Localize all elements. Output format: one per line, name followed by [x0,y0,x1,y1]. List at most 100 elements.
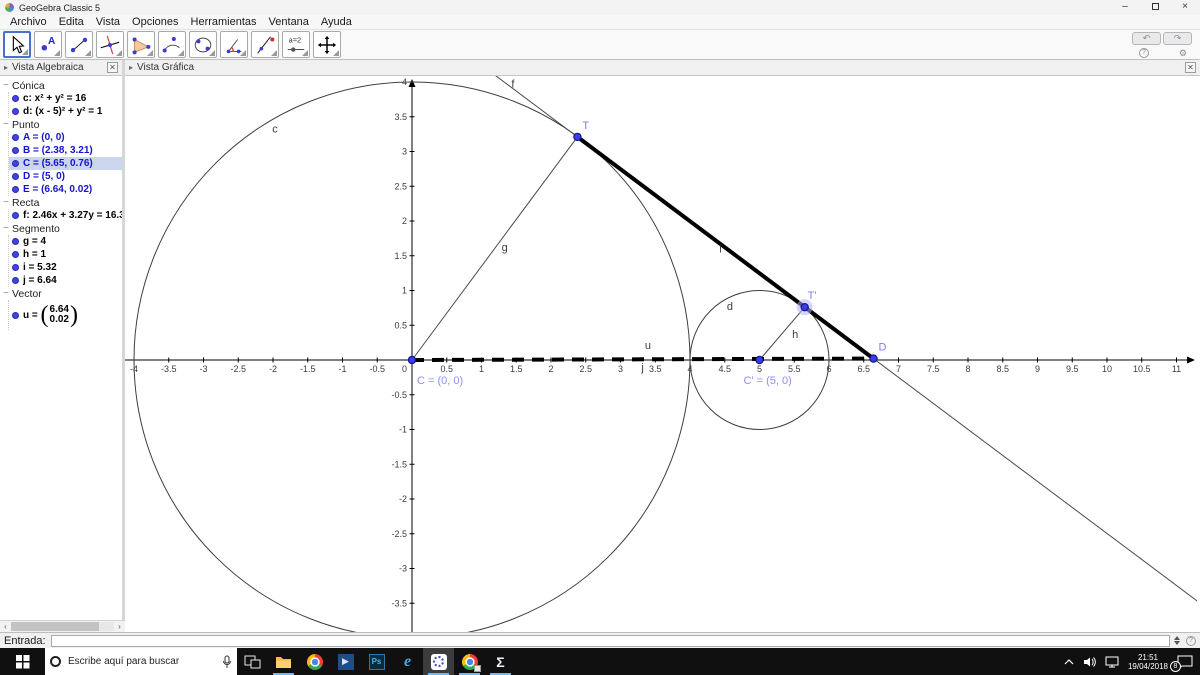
taskbar-app-task-view[interactable] [237,648,268,675]
menu-item-vista[interactable]: Vista [90,15,126,29]
algebra-item[interactable]: B = (2.38, 3.21) [9,144,122,157]
collapse-icon[interactable]: − [3,119,12,130]
tool-angle-button[interactable] [220,31,248,58]
algebra-item[interactable]: C = (5.65, 0.76) [9,157,122,170]
line-f[interactable] [125,76,1197,632]
algebra-section-segmento[interactable]: − Segmento [3,222,122,235]
algebra-section-punto[interactable]: − Punto [3,118,122,131]
gear-icon[interactable]: ⚙ [1179,48,1187,58]
point-T[interactable] [573,132,582,142]
close-button[interactable]: × [1170,0,1200,15]
object-visibility-dot-icon[interactable] [12,238,19,245]
collapse-icon[interactable]: − [3,223,12,234]
taskbar-search-box[interactable] [45,648,237,675]
object-visibility-dot-icon[interactable] [12,147,19,154]
algebra-section-recta[interactable]: − Recta [3,196,122,209]
algebra-item[interactable]: D = (5, 0) [9,170,122,183]
algebra-close-icon[interactable]: ✕ [107,62,118,73]
tool-line-point-button[interactable] [251,31,279,58]
taskbar-app-chrome[interactable] [299,648,330,675]
algebra-item[interactable]: A = (0, 0) [9,131,122,144]
scroll-right-icon[interactable]: › [114,622,125,631]
taskbar-app-sigma-math[interactable]: Σ [485,648,516,675]
tool-perpendicular-line-button[interactable] [96,31,124,58]
taskbar-app-photoshop[interactable]: Ps [361,648,392,675]
object-visibility-dot-icon[interactable] [12,251,19,258]
object-visibility-dot-icon[interactable] [12,264,19,271]
object-visibility-dot-icon[interactable] [12,95,19,102]
algebra-item[interactable]: u = (6.64 0.02) [9,300,122,330]
redo-button[interactable]: ↷ [1163,32,1192,45]
taskbar-app-file-explorer[interactable] [268,648,299,675]
object-visibility-dot-icon[interactable] [12,311,19,319]
algebra-item[interactable]: j = 6.64 [9,274,122,287]
menu-item-herramientas[interactable]: Herramientas [185,15,263,29]
graphics-canvas[interactable]: -4 -3.5 -3 -2.5 -2 -1.5 -1 -0.5 0.5 1 1.5 2 2.5 3 3.5 4… [125,76,1197,632]
algebra-item[interactable]: c: x² + y² = 16 [9,92,122,105]
microphone-icon[interactable] [222,655,232,669]
object-visibility-dot-icon[interactable] [12,108,19,115]
object-visibility-dot-icon[interactable] [12,173,19,180]
tool-line-button[interactable] [65,31,93,58]
segment-g[interactable] [411,136,578,361]
tool-conic-button[interactable] [189,31,217,58]
scroll-left-icon[interactable]: ‹ [0,622,11,631]
tool-circle-arc-button[interactable] [158,31,186,58]
network-icon[interactable] [1105,656,1120,668]
input-history-spinner-icon[interactable] [1174,633,1180,648]
point-D[interactable] [869,354,878,363]
panel-arrow-icon[interactable]: ▸ [129,63,133,72]
collapse-icon[interactable]: − [3,288,12,299]
maximize-button[interactable] [1140,0,1170,15]
tool-point-button[interactable]: A [34,31,62,58]
algebra-item[interactable]: g = 4 [9,235,122,248]
entrada-input[interactable] [50,634,1170,647]
collapse-icon[interactable]: − [3,80,12,91]
undo-button[interactable]: ↶ [1132,32,1161,45]
object-visibility-dot-icon[interactable] [12,186,19,193]
tool-move-graphics-view-button[interactable] [313,31,341,58]
algebra-horizontal-scrollbar[interactable]: ‹ › [0,620,125,632]
algebra-section-vector[interactable]: − Vector [3,287,122,300]
segment-i[interactable] [576,135,875,361]
input-help-icon[interactable]: ? [1186,635,1196,646]
menu-item-ayuda[interactable]: Ayuda [315,15,358,29]
menu-item-ventana[interactable]: Ventana [263,15,315,29]
point-A[interactable] [407,355,417,365]
object-visibility-dot-icon[interactable] [12,160,19,167]
algebra-item[interactable]: h = 1 [9,248,122,261]
menu-item-opciones[interactable]: Opciones [126,15,184,29]
collapse-icon[interactable]: − [3,197,12,208]
scrollbar-thumb[interactable] [11,622,99,631]
algebra-item[interactable]: E = (6.64, 0.02) [9,183,122,196]
taskbar-app-internet-explorer[interactable]: e [392,648,423,675]
tool-move-button[interactable] [3,31,31,58]
algebra-section-cónica[interactable]: − Cónica [3,79,122,92]
algebra-item[interactable]: i = 5.32 [9,261,122,274]
object-visibility-dot-icon[interactable] [12,277,19,284]
taskbar-app-geogebra[interactable] [423,648,454,675]
panel-arrow-icon[interactable]: ▸ [4,63,8,72]
algebra-item[interactable]: f: 2.46x + 3.27y = 16.3 [9,209,122,222]
minimize-button[interactable]: – [1110,0,1140,15]
action-center-icon[interactable]: 8 [1170,654,1194,672]
point-T-prime[interactable] [800,302,809,312]
object-visibility-dot-icon[interactable] [12,134,19,141]
taskbar-app-chrome-profile[interactable] [454,648,485,675]
help-icon[interactable]: ? [1139,48,1149,58]
hidden-icons-chevron-icon[interactable] [1063,657,1075,667]
point-C-prime-center[interactable] [755,355,764,365]
start-button[interactable] [0,648,45,675]
volume-icon[interactable] [1083,656,1097,668]
algebra-item[interactable]: d: (x - 5)² + y² = 1 [9,105,122,118]
taskbar-app-movies-tv[interactable]: ▶ [330,648,361,675]
tool-slider-button[interactable]: a=2 [282,31,310,58]
menu-item-archivo[interactable]: Archivo [4,15,53,29]
taskbar-clock[interactable]: 21:51 19/04/2018 [1128,653,1168,671]
search-input[interactable] [68,656,222,667]
graphics-close-icon[interactable]: ✕ [1185,62,1196,73]
menu-item-edita[interactable]: Edita [53,15,90,29]
object-visibility-dot-icon[interactable] [12,212,19,219]
graphics-panel-title: Vista Gráfica [137,62,195,73]
tool-polygon-button[interactable] [127,31,155,58]
